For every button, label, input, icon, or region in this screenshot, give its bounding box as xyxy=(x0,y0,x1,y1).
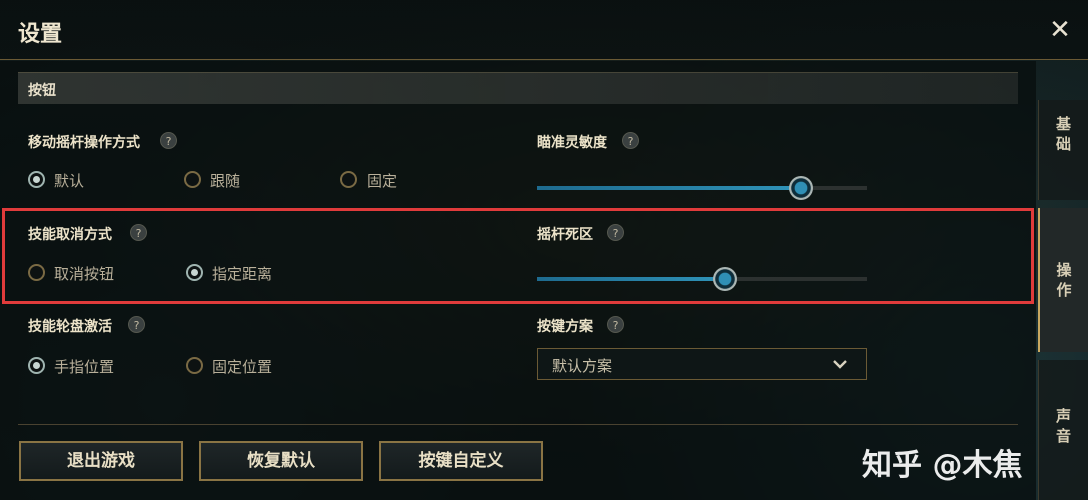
help-icon[interactable]: ? xyxy=(607,224,624,241)
tab-controls[interactable]: 操作 xyxy=(1038,208,1088,352)
radio-label: 固定 xyxy=(367,172,398,190)
restore-default-button[interactable]: 恢复默认 xyxy=(199,441,363,481)
title-bar: 设置 ✕ xyxy=(0,0,1088,60)
radio-joystick-follow[interactable] xyxy=(184,171,201,188)
radio-label: 默认 xyxy=(54,172,85,190)
help-icon[interactable]: ? xyxy=(128,316,145,333)
exit-game-button[interactable]: 退出游戏 xyxy=(19,441,183,481)
joystick-deadzone-label: 摇杆死区 xyxy=(537,227,593,243)
joystick-deadzone-slider-handle[interactable] xyxy=(713,267,737,291)
custom-keys-button[interactable]: 按键自定义 xyxy=(379,441,543,481)
close-icon[interactable]: ✕ xyxy=(1046,16,1074,44)
tab-sound[interactable]: 声音 xyxy=(1038,360,1088,500)
joystick-mode-label: 移动摇杆操作方式 xyxy=(28,135,140,151)
section-header: 按钮 xyxy=(18,72,1018,104)
radio-label: 跟随 xyxy=(210,172,241,190)
radio-joystick-default[interactable] xyxy=(28,171,45,188)
key-scheme-dropdown[interactable]: 默认方案 xyxy=(537,348,867,380)
chevron-down-icon xyxy=(832,355,848,374)
tab-label: 基础 xyxy=(1055,115,1071,153)
radio-label: 指定距离 xyxy=(212,265,273,283)
key-scheme-label: 按键方案 xyxy=(537,319,593,335)
tab-label: 操作 xyxy=(1056,261,1072,299)
radio-label: 手指位置 xyxy=(54,358,115,376)
radio-cancel-button[interactable] xyxy=(28,264,45,281)
radio-joystick-fixed[interactable] xyxy=(340,171,357,188)
tab-basic[interactable]: 基础 xyxy=(1038,100,1088,200)
highlight-box xyxy=(2,208,1034,304)
help-icon[interactable]: ? xyxy=(622,132,639,149)
skill-cancel-label: 技能取消方式 xyxy=(28,227,112,243)
radio-finger-position[interactable] xyxy=(28,357,45,374)
aim-sensitivity-label: 瞄准灵敏度 xyxy=(537,135,607,151)
radio-label: 固定位置 xyxy=(212,358,273,376)
joystick-deadzone-slider-fill xyxy=(537,277,725,281)
radio-label: 取消按钮 xyxy=(54,265,115,283)
section-title: 按钮 xyxy=(28,83,56,99)
help-icon[interactable]: ? xyxy=(607,316,624,333)
skill-wheel-label: 技能轮盘激活 xyxy=(28,319,112,335)
window-title: 设置 xyxy=(18,22,63,47)
aim-sensitivity-slider-fill xyxy=(537,186,801,190)
divider xyxy=(18,424,1018,425)
key-scheme-value: 默认方案 xyxy=(552,357,613,375)
radio-fixed-position[interactable] xyxy=(186,357,203,374)
help-icon[interactable]: ? xyxy=(160,132,177,149)
tab-label: 声音 xyxy=(1055,407,1071,445)
radio-specify-distance[interactable] xyxy=(186,264,203,281)
aim-sensitivity-slider-handle[interactable] xyxy=(789,176,813,200)
help-icon[interactable]: ? xyxy=(130,224,147,241)
watermark: 知乎 @木焦 xyxy=(862,448,1023,483)
